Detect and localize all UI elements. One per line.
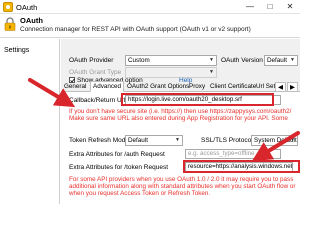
grant-type-label: OAuth Grant Type [69,69,122,76]
sidebar-item-settings[interactable]: Settings [4,47,56,59]
dialog-header: OAuth Connection manager for REST API wi… [0,14,300,38]
version-value: Default [267,57,287,64]
minimize-icon[interactable]: — [240,0,260,14]
window-titlebar: OAuth — □ ✕ [0,0,300,14]
auth-request-input[interactable]: e.g. access_type=offline [185,149,281,159]
tab-url-set[interactable]: Url Set [254,82,277,92]
close-icon[interactable]: ✕ [280,0,300,14]
ssl-protocol-select[interactable]: System Default ▼ [251,135,298,146]
tab-general[interactable]: General [62,82,88,92]
token-request-label: Extra Attributes for /token Request [69,164,168,171]
tab-scroll-left-icon[interactable]: ◀ [275,82,286,92]
provider-label: OAuth Provider [69,57,114,64]
window-title: OAuth [16,3,38,12]
auth-request-label: Extra Attributes for /auth Request [69,151,165,158]
lock-icon [4,17,16,31]
callback-hint-line-2: Make sure same URL also entered during A… [69,115,288,122]
tab-proxy[interactable]: Proxy [187,82,207,92]
app-icon [3,2,13,12]
settings-panel: OAuth Provider Custom ▼ OAuth Version De… [61,39,300,204]
chevron-down-icon: ▼ [209,57,214,63]
provider-value: Custom [128,57,150,64]
tab-scroll-right-icon[interactable]: ▶ [287,82,298,92]
header-title: OAuth [20,16,43,25]
version-select[interactable]: Default ▼ [264,55,298,66]
token-refresh-label: Token Refresh Mode [69,137,129,144]
chevron-down-icon: ▼ [209,69,214,75]
tab-strip: General Advanced OAuth2 Grant Options Pr… [61,81,300,92]
ssl-protocol-label: SSL/TLS Protocol [201,137,253,144]
settings-sidebar: Settings [0,39,60,204]
callback-url-label: Callback/Return Url [69,97,126,104]
token-request-highlight [183,160,300,173]
token-refresh-select[interactable]: Default ▼ [125,135,183,146]
provider-select[interactable]: Custom ▼ [125,55,217,66]
chevron-down-icon: ▼ [290,137,295,143]
tab-client-certificate[interactable]: Client Certificate [208,82,258,92]
footer-hint-line-3: when you request Access Token or Refresh… [69,190,211,197]
token-refresh-value: Default [128,137,148,144]
chevron-down-icon: ▼ [290,57,295,63]
callback-url-highlight [121,93,274,106]
header-description: Connection manager for REST API with OAu… [20,26,251,33]
tab-advanced[interactable]: Advanced [90,81,125,92]
tab-oauth2-grant-options[interactable]: OAuth2 Grant Options [125,82,191,92]
maximize-icon[interactable]: □ [260,0,280,14]
version-label: OAuth Version [221,57,263,64]
chevron-down-icon: ▼ [175,137,180,143]
advanced-tab-panel: Callback/Return Url https://login.live.c… [61,92,300,204]
